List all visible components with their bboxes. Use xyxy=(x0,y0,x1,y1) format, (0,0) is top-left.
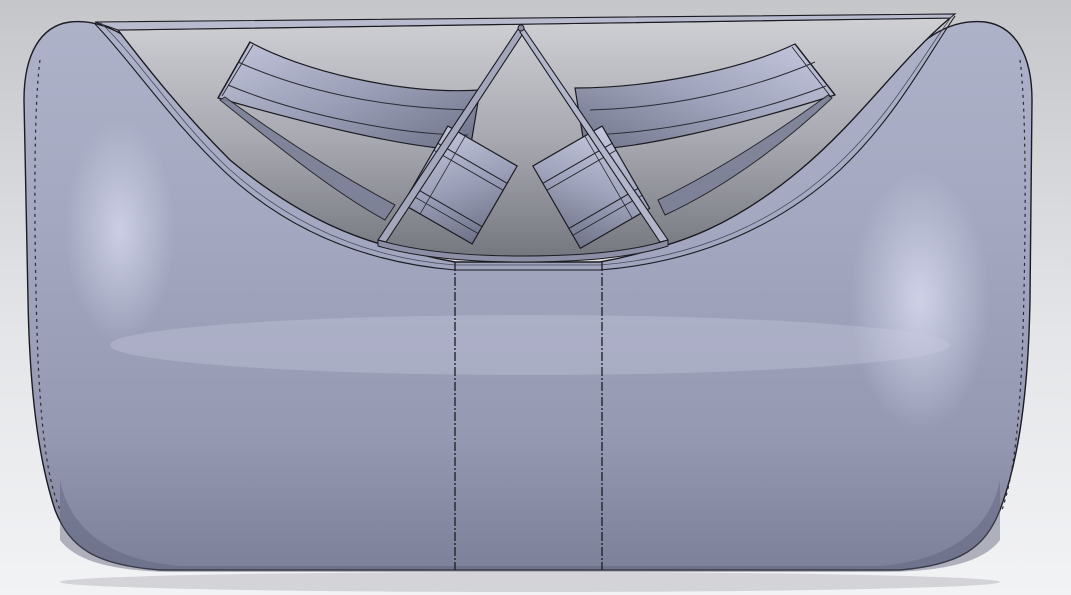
left-surface-highlight xyxy=(65,120,175,340)
cad-viewport[interactable] xyxy=(0,0,1071,595)
ground-shadow xyxy=(60,572,1000,592)
right-surface-highlight xyxy=(850,170,990,430)
center-band-highlight xyxy=(110,315,950,375)
strut-apex-node xyxy=(517,24,525,32)
cad-model-view[interactable] xyxy=(0,0,1071,595)
